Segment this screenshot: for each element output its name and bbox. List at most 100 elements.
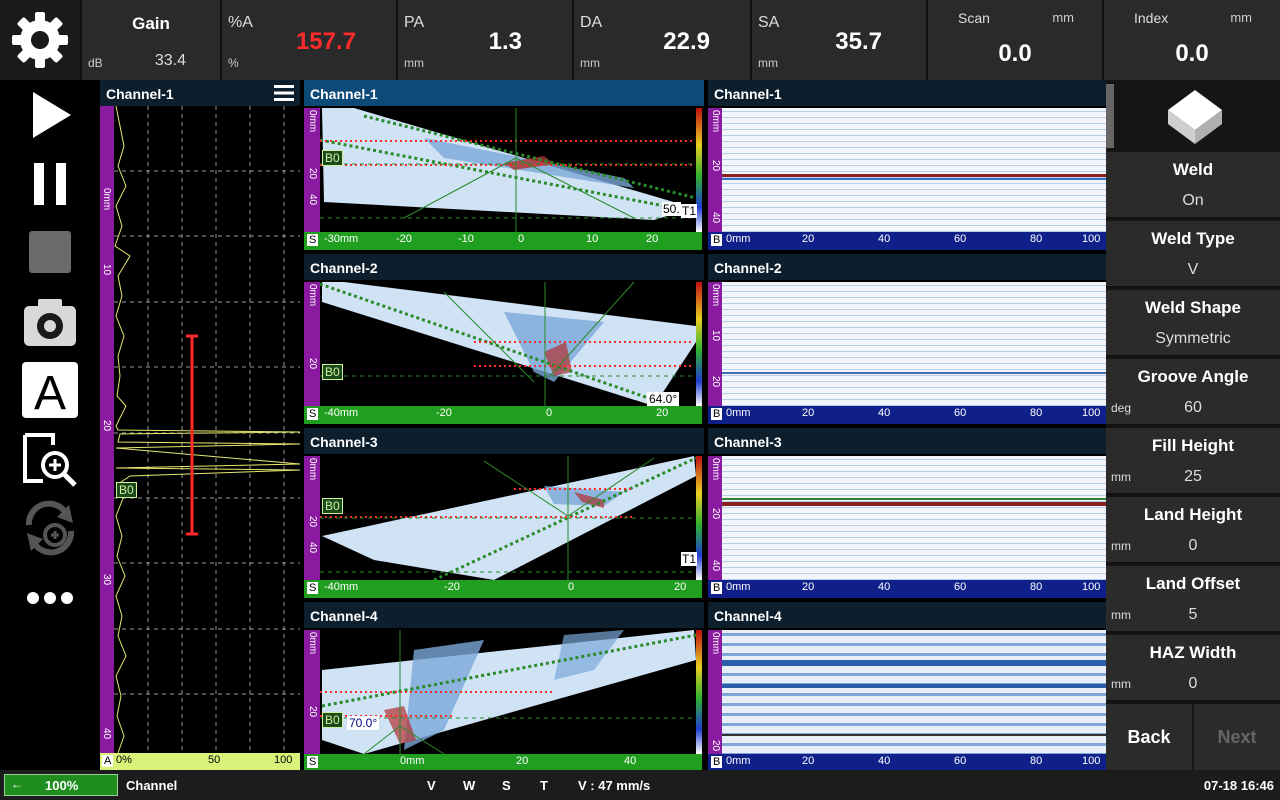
bscan-image xyxy=(708,456,1106,598)
ascan-amp-100: 100 xyxy=(274,754,293,766)
bscan-axis-tick: 60 xyxy=(954,755,967,767)
status-speed: V : 47 mm/s xyxy=(578,778,651,793)
status-v: V xyxy=(427,778,436,793)
top-readings-bar: Gain dB 33.4 %A % 157.7 PA mm 1.3 DA mm … xyxy=(0,0,1280,80)
bscan-depth-tick: 40 xyxy=(710,560,721,572)
scrollbar[interactable] xyxy=(1106,84,1114,148)
setting-weld[interactable]: Weld On xyxy=(1106,152,1280,219)
bscan-title: Channel-1 xyxy=(708,80,1106,106)
gain-box[interactable]: Gain dB 33.4 xyxy=(80,0,220,80)
menu-icon[interactable] xyxy=(274,83,294,103)
pa-value: 1.3 xyxy=(488,28,522,55)
amplitude-label: %A xyxy=(228,14,253,31)
bscan-axis-tick: 100 xyxy=(1082,407,1101,419)
bscan-panel-4[interactable]: Channel-4 B 0mm 20 40 60 80 100 0mm 20 xyxy=(708,602,1106,770)
status-datetime: 07-18 16:46 xyxy=(1203,778,1274,793)
bscan-panel-2[interactable]: Channel-2 B 0mm 20 40 60 80 100 0mm 10 2… xyxy=(708,254,1106,424)
bscan-axis-tick: 20 xyxy=(802,581,815,593)
setting-title: Weld Shape xyxy=(1144,298,1242,317)
cube-icon xyxy=(1168,90,1222,144)
rotate-zoom-button[interactable] xyxy=(18,498,82,558)
sscan-title: Channel-3 xyxy=(304,428,704,454)
sscan-panel-4[interactable]: Channel-4 B0 70.0° S 0mm 20 40 0mm 20 xyxy=(304,602,704,770)
ascan-amp-50: 50 xyxy=(208,754,221,766)
ascan-panel[interactable]: Channel-1 B0 0mm 10 20 30 40 A 0% 50 100 xyxy=(100,80,300,770)
bscan-depth-tick: 0mm xyxy=(710,110,721,133)
scan-label: Scan xyxy=(958,10,990,26)
stop-button[interactable] xyxy=(18,222,82,282)
da-unit: mm xyxy=(580,56,600,70)
play-button[interactable] xyxy=(18,85,82,145)
sa-value: 35.7 xyxy=(835,28,882,55)
bscan-title: Channel-4 xyxy=(708,602,1106,628)
bscan-image xyxy=(708,108,1106,250)
amplitude-unit: % xyxy=(228,56,239,70)
rotate-zoom-icon xyxy=(25,500,75,556)
setting-weld-shape[interactable]: Weld Shape Symmetric xyxy=(1106,290,1280,357)
sscan-panel-2[interactable]: Channel-2 B0 64.0° S -40mm -20 0 20 0mm … xyxy=(304,254,704,424)
status-bar: ← 100% Channel V W S T V : 47 mm/s 07-18… xyxy=(0,770,1280,800)
settings-button[interactable] xyxy=(0,0,80,80)
bscan-title: Channel-3 xyxy=(708,428,1106,454)
sscan-gate-label: B0 xyxy=(322,498,343,514)
bscan-panel-1[interactable]: Channel-1 B 0mm 20 40 60 80 100 0mm 20 4… xyxy=(708,80,1106,250)
sscan-image xyxy=(304,456,702,598)
bscan-image xyxy=(708,630,1106,770)
camera-button[interactable] xyxy=(18,292,82,352)
index-box: Index mm 0.0 xyxy=(1102,0,1280,80)
bscan-axis-b: B xyxy=(711,408,723,420)
setting-land-offset[interactable]: Land Offset mm 5 xyxy=(1106,566,1280,633)
bscan-axis-tick: 80 xyxy=(1030,407,1043,419)
bscan-axis-tick: 40 xyxy=(878,233,891,245)
play-icon xyxy=(33,92,71,138)
sscan-angle-label: 50. xyxy=(662,202,681,216)
scan-unit: mm xyxy=(1052,10,1074,25)
sscan-image xyxy=(304,282,702,424)
next-button[interactable]: Next xyxy=(1194,704,1280,770)
sscan-angle-label: 70.0° xyxy=(347,716,380,730)
gain-value: 33.4 xyxy=(154,52,186,69)
pause-icon xyxy=(34,163,66,205)
zoom-button[interactable] xyxy=(18,430,82,490)
sscan-axis-s: S xyxy=(307,234,319,246)
sscan-axis-tick: 40 xyxy=(624,755,637,767)
more-button[interactable] xyxy=(18,568,82,628)
setting-title: Land Offset xyxy=(1145,574,1241,593)
gear-icon xyxy=(12,12,68,68)
da-value: 22.9 xyxy=(663,28,710,55)
pause-button[interactable] xyxy=(18,154,82,214)
bscan-depth-tick: 0mm xyxy=(710,632,721,655)
sscan-axis-tick: 20 xyxy=(516,755,529,767)
sscan-panel-3[interactable]: Channel-3 B0 T1 S -40mm -20 0 20 0mm 20 … xyxy=(304,428,704,598)
sscan-depth-tick: 40 xyxy=(307,542,318,554)
bscan-panel-3[interactable]: Channel-3 B 0mm 20 40 60 80 100 0mm 20 4… xyxy=(708,428,1106,598)
sscan-axis-s: S xyxy=(307,582,319,594)
setting-weld-type[interactable]: Weld Type V xyxy=(1106,221,1280,288)
auto-button[interactable]: A xyxy=(18,360,82,420)
sa-label: SA xyxy=(758,14,780,31)
bscan-axis-tick: 60 xyxy=(954,233,967,245)
setting-land-height[interactable]: Land Height mm 0 xyxy=(1106,497,1280,564)
back-button[interactable]: Back xyxy=(1106,704,1192,770)
more-icon xyxy=(27,592,73,604)
battery-level: 100% xyxy=(45,778,79,793)
sscan-depth-tick: 0mm xyxy=(307,110,318,133)
sscan-gate-label: B0 xyxy=(322,364,343,380)
bscan-axis-tick: 0mm xyxy=(726,233,751,245)
bscan-axis-tick: 60 xyxy=(954,581,967,593)
status-t: T xyxy=(540,778,548,793)
sscan-axis-tick: 0 xyxy=(568,581,575,593)
setting-haz-width[interactable]: HAZ Width mm 0 xyxy=(1106,635,1280,702)
setting-fill-height[interactable]: Fill Height mm 25 xyxy=(1106,428,1280,495)
left-toolbar: A xyxy=(0,80,100,770)
weld-settings-panel: Weld On Weld Type V Weld Shape Symmetric… xyxy=(1106,80,1280,770)
setting-title: Groove Angle xyxy=(1137,367,1249,386)
weld-geometry-button[interactable] xyxy=(1106,80,1280,152)
setting-value: 0 xyxy=(1188,537,1198,554)
setting-groove-angle[interactable]: Groove Angle deg 60 xyxy=(1106,359,1280,426)
ascan-amp-label: A xyxy=(102,755,114,767)
index-label: Index xyxy=(1134,10,1169,26)
ascan-depth-20: 20 xyxy=(101,420,112,432)
sscan-panel-1[interactable]: Channel-1 B0 50. T1 S -30mm -20 -10 0 10… xyxy=(304,80,704,250)
sscan-axis-tick: -20 xyxy=(436,407,452,419)
